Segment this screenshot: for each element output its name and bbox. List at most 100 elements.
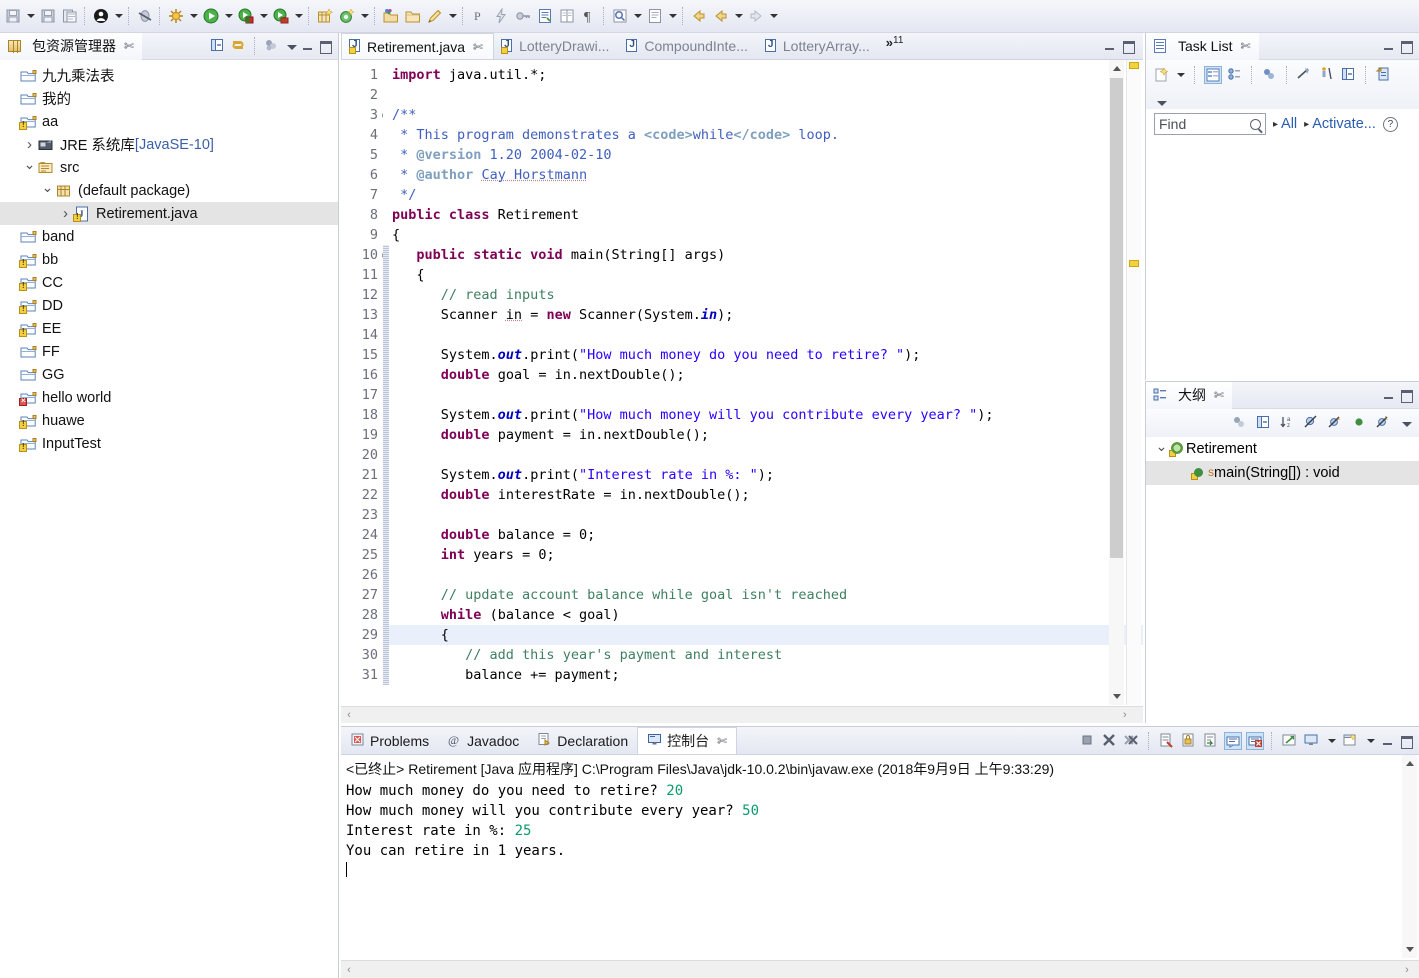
tree-item-dd[interactable]: DD: [0, 294, 338, 317]
console-tab-javadoc[interactable]: @ Javadoc: [438, 727, 528, 754]
debug-icon[interactable]: [165, 4, 187, 28]
coverage-icon[interactable]: [235, 4, 257, 28]
close-icon[interactable]: ✄: [124, 39, 134, 53]
next-annotation-dropdown-arrow[interactable]: [666, 4, 679, 28]
show-line-numbers-icon[interactable]: [556, 4, 578, 28]
search-icon[interactable]: [424, 4, 446, 28]
find-input[interactable]: Find: [1154, 113, 1266, 135]
open-type-icon[interactable]: [380, 4, 402, 28]
new-java-package-icon[interactable]: [314, 4, 336, 28]
external-tools-dropdown-arrow[interactable]: [292, 4, 305, 28]
outline-item-main[interactable]: S main(String[]) : void: [1146, 461, 1419, 485]
pin-console-icon[interactable]: [1281, 732, 1299, 750]
run-icon[interactable]: [200, 4, 222, 28]
close-icon[interactable]: ✄: [1214, 388, 1224, 402]
tree-item-inputtest[interactable]: InputTest: [0, 432, 338, 455]
run-external-tools-icon[interactable]: [270, 4, 292, 28]
user-profile-icon[interactable]: [90, 4, 112, 28]
editor-tab-retirement-java[interactable]: Retirement.java ✄: [341, 33, 495, 59]
link-with-editor-icon[interactable]: [230, 37, 248, 55]
editor-tab-lotterydrawi-[interactable]: LotteryDrawi...: [494, 33, 619, 59]
editor-vertical-scrollbar[interactable]: [1109, 60, 1124, 705]
scroll-up-arrow-icon[interactable]: [1402, 755, 1417, 771]
show-console-on-error-icon[interactable]: [1246, 731, 1264, 750]
toggle-block-selection-icon[interactable]: [534, 4, 556, 28]
filter-activate-link[interactable]: Activate...: [1304, 116, 1376, 132]
focus-on-workweek-icon[interactable]: [1296, 66, 1314, 84]
editor-overflow-indicator[interactable]: » 11: [886, 33, 904, 59]
close-icon[interactable]: ✄: [473, 40, 483, 54]
tab-task-list[interactable]: Task List ✄: [1146, 32, 1259, 60]
minimize-icon[interactable]: [1103, 39, 1117, 53]
source-code-text[interactable]: import java.util.*; /** * This program d…: [389, 60, 1143, 723]
scroll-right-arrow-icon[interactable]: ›: [1123, 709, 1143, 721]
editor-overview-ruler[interactable]: [1126, 60, 1141, 705]
editor-horizontal-scrollbar[interactable]: ‹ ›: [341, 706, 1143, 723]
save-all-icon[interactable]: [37, 4, 59, 28]
scroll-down-arrow-icon[interactable]: [1402, 942, 1417, 958]
tree-item-ee[interactable]: EE: [0, 317, 338, 340]
quick-access-icon[interactable]: [490, 4, 512, 28]
pin-editor-icon[interactable]: P: [468, 4, 490, 28]
perspective-dropdown-arrow[interactable]: [631, 4, 644, 28]
display-selected-console-icon[interactable]: [1303, 732, 1321, 750]
tree-item-jre-[interactable]: JRE 系统库 [JavaSE-10]: [0, 133, 338, 156]
forward-dropdown-arrow[interactable]: [767, 4, 780, 28]
minimize-icon[interactable]: [301, 39, 315, 53]
console-tab-problems[interactable]: Problems: [341, 727, 438, 754]
back-icon[interactable]: [688, 4, 710, 28]
view-menu-icon[interactable]: [284, 39, 298, 53]
terminate-icon[interactable]: [1079, 732, 1097, 750]
debug-dropdown-arrow[interactable]: [187, 4, 200, 28]
search-dropdown-arrow[interactable]: [446, 4, 459, 28]
display-console-dropdown-arrow[interactable]: [1325, 729, 1338, 753]
show-ui-legend-icon[interactable]: [1318, 66, 1336, 84]
console-horizontal-scrollbar[interactable]: ‹ ›: [341, 960, 1419, 978]
restore-tasks-icon[interactable]: [1375, 66, 1393, 84]
maximize-icon[interactable]: [1121, 39, 1135, 54]
minimize-icon[interactable]: [1381, 734, 1395, 748]
tree-item-src[interactable]: src: [0, 156, 338, 179]
tree-item-band[interactable]: band: [0, 225, 338, 248]
next-annotation-icon[interactable]: [644, 4, 666, 28]
chevron-closed-icon[interactable]: [22, 136, 37, 153]
collapse-all-icon[interactable]: [1340, 66, 1358, 84]
scroll-down-arrow-icon[interactable]: [1109, 689, 1124, 705]
tree-item--default-package-[interactable]: (default package): [0, 179, 338, 202]
categorized-presentation-icon[interactable]: [1204, 66, 1222, 84]
new-java-class-icon[interactable]: [336, 4, 358, 28]
scheduled-presentation-icon[interactable]: [1226, 66, 1244, 84]
remove-launch-icon[interactable]: [1101, 732, 1119, 750]
tree-item-huawe[interactable]: huawe: [0, 409, 338, 432]
collapse-all-icon[interactable]: [209, 37, 227, 55]
editor-tab-lotteryarray-[interactable]: LotteryArray...: [758, 33, 880, 59]
tab-package-explorer[interactable]: 包资源管理器 ✄: [0, 32, 143, 60]
tree-item-bb[interactable]: bb: [0, 248, 338, 271]
maximize-icon[interactable]: [1399, 39, 1413, 54]
console-vertical-scrollbar[interactable]: [1402, 755, 1417, 958]
tab-outline[interactable]: 大纲 ✄: [1146, 381, 1233, 409]
focus-on-active-task-icon[interactable]: [1231, 414, 1249, 432]
show-console-on-output-icon[interactable]: [1224, 731, 1242, 750]
scroll-lock-icon[interactable]: [1180, 732, 1198, 750]
run-dropdown-arrow[interactable]: [222, 4, 235, 28]
overview-warning-marker[interactable]: [1129, 260, 1139, 267]
minimize-icon[interactable]: [1382, 388, 1396, 402]
maximize-icon[interactable]: [1399, 388, 1413, 403]
sort-alphabetically-icon[interactable]: az: [1279, 414, 1297, 432]
open-perspective-icon[interactable]: [609, 4, 631, 28]
previous-dropdown-arrow[interactable]: [732, 4, 745, 28]
scroll-right-arrow-icon[interactable]: ›: [1395, 964, 1419, 976]
tree-item-hello-world[interactable]: hello world: [0, 386, 338, 409]
synchronize-changed-icon[interactable]: [1261, 66, 1279, 84]
scroll-thumb[interactable]: [1110, 78, 1123, 558]
console-output[interactable]: How much money do you need to retire? 20…: [341, 781, 1419, 881]
save-dropdown-arrow[interactable]: [24, 4, 37, 28]
console-tab-控制台[interactable]: 控制台 ✄: [637, 727, 738, 754]
hide-fields-icon[interactable]: [1303, 414, 1321, 432]
coverage-dropdown-arrow[interactable]: [257, 4, 270, 28]
chevron-open-icon[interactable]: [40, 182, 55, 199]
new-class-dropdown-arrow[interactable]: [358, 4, 371, 28]
overview-warning-marker[interactable]: [1129, 62, 1139, 69]
show-whitespace-icon[interactable]: ¶: [578, 4, 600, 28]
